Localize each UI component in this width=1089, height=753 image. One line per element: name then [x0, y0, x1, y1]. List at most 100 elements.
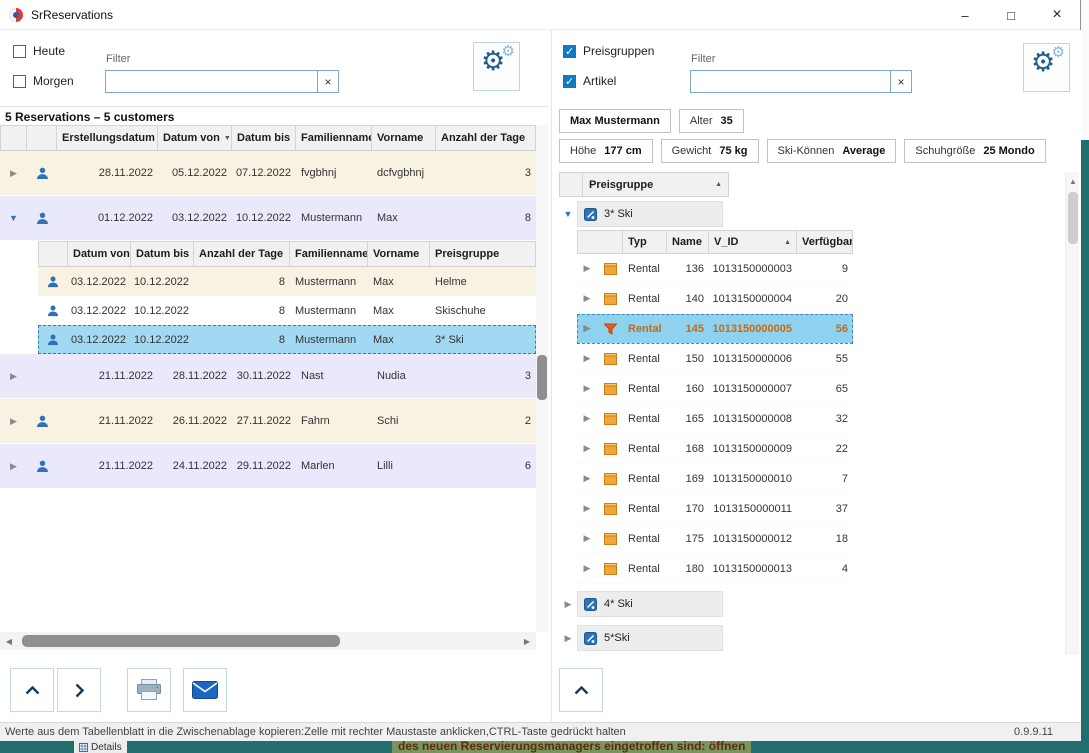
print-button[interactable]: [127, 668, 171, 712]
expand-icon[interactable]: ▶: [584, 443, 591, 454]
sub-column-header-datum-bis[interactable]: Datum bis: [131, 241, 194, 267]
collapse-all-button[interactable]: [10, 668, 54, 712]
close-button[interactable]: ×: [1034, 0, 1080, 30]
expand-icon[interactable]: ▶: [565, 633, 572, 644]
expand-icon[interactable]: ▶: [10, 371, 17, 382]
cell-name: 160: [685, 382, 704, 395]
article-row[interactable]: ▶ Rental 175 1013150000012 18: [577, 524, 853, 554]
article-row[interactable]: ▶ Rental 169 1013150000010 7: [577, 464, 853, 494]
article-row[interactable]: ▶ Rental 136 1013150000003 9: [577, 254, 853, 284]
reservations-summary: 5 Reservations – 5 customers: [0, 106, 548, 125]
article-row[interactable]: ▶ Rental 140 1013150000004 20: [577, 284, 853, 314]
expand-icon[interactable]: ▶: [10, 461, 17, 472]
expand-icon[interactable]: ▶: [584, 413, 591, 424]
vertical-scrollbar[interactable]: ▲: [1065, 172, 1079, 655]
checkbox-box[interactable]: [13, 44, 26, 58]
article-row[interactable]: ▶ Rental 160 1013150000007 65: [577, 374, 853, 404]
scroll-up-icon[interactable]: ▲: [1066, 174, 1080, 188]
expand-icon[interactable]: ▶: [584, 353, 591, 364]
settings-button[interactable]: ⚙ ⚙: [473, 42, 520, 91]
column-header-vorname[interactable]: Vorname: [372, 125, 436, 151]
column-header-preisgruppe[interactable]: Preisgruppe ▲: [583, 172, 729, 197]
column-header-typ[interactable]: Typ: [623, 230, 667, 254]
column-header-familienname[interactable]: Familienname: [296, 125, 372, 151]
collapse-icon[interactable]: ▼: [9, 213, 18, 223]
column-header-datum-von[interactable]: Datum von ▼: [158, 125, 232, 151]
article-row-selected[interactable]: ▶ Rental 145 1013150000005 56: [577, 314, 853, 344]
collapse-icon[interactable]: ▼: [564, 209, 573, 219]
price-group-row-expanded[interactable]: ▼ 3* Ski: [559, 200, 723, 228]
position-row[interactable]: 03.12.2022 10.12.2022 8 Mustermann Max H…: [38, 267, 536, 296]
scroll-left-icon[interactable]: ◀: [0, 632, 18, 650]
reservation-row[interactable]: ▶ 21.11.2022 24.11.2022 29.11.2022 Marle…: [0, 444, 536, 489]
clear-filter-button[interactable]: ×: [890, 71, 911, 92]
price-group-row[interactable]: ▶ 5*Ski: [559, 624, 723, 652]
sub-column-header-familienname[interactable]: Familienname: [290, 241, 368, 267]
price-group-row[interactable]: ▶ 4* Ski: [559, 590, 723, 618]
expand-icon[interactable]: ▶: [584, 293, 591, 304]
expand-icon[interactable]: ▶: [584, 323, 591, 334]
scrollbar-thumb[interactable]: [22, 635, 340, 647]
preisgruppen-checkbox[interactable]: Preisgruppen: [563, 44, 654, 58]
cell-datum-von: 03.12.2022: [171, 212, 227, 224]
reservation-row[interactable]: ▶ 21.11.2022 26.11.2022 27.11.2022 Fahrn…: [0, 399, 536, 444]
checkbox-box[interactable]: [563, 74, 576, 88]
vertical-scrollbar[interactable]: [536, 125, 548, 632]
expand-icon[interactable]: ▶: [584, 503, 591, 514]
heute-checkbox[interactable]: Heute: [13, 44, 65, 58]
sub-column-header-preisgruppe[interactable]: Preisgruppe: [430, 241, 536, 267]
cell-vid: 1013150000010: [712, 472, 792, 485]
column-header-datum-bis[interactable]: Datum bis: [232, 125, 296, 151]
expand-icon[interactable]: ▶: [584, 263, 591, 274]
reservation-row[interactable]: ▶ 28.11.2022 05.12.2022 07.12.2022 fvgbh…: [0, 151, 536, 196]
minimize-button[interactable]: –: [942, 0, 988, 30]
position-row-selected[interactable]: 03.12.2022 10.12.2022 8 Mustermann Max 3…: [38, 325, 536, 354]
reservation-row-expanded[interactable]: ▼ 01.12.2022 03.12.2022 10.12.2022 Muste…: [0, 196, 536, 241]
checkbox-box[interactable]: [13, 74, 26, 88]
article-row[interactable]: ▶ Rental 168 1013150000009 22: [577, 434, 853, 464]
person-icon: [38, 325, 68, 354]
column-header-vid[interactable]: V_ID ▲: [709, 230, 797, 254]
cell-verfuegbar: 9: [841, 262, 848, 275]
filter-input[interactable]: ×: [690, 70, 912, 93]
article-row[interactable]: ▶ Rental 180 1013150000013 4: [577, 554, 853, 584]
clear-filter-button[interactable]: ×: [317, 71, 338, 92]
expand-icon[interactable]: ▶: [584, 563, 591, 574]
scroll-right-icon[interactable]: ▶: [518, 632, 536, 650]
column-header-erstellungsdatum[interactable]: Erstellungsdatum: [57, 125, 158, 151]
article-row[interactable]: ▶ Rental 150 1013150000006 55: [577, 344, 853, 374]
expand-icon[interactable]: ▶: [584, 473, 591, 484]
panel-splitter[interactable]: [551, 30, 552, 722]
reservation-row[interactable]: ▶ 21.11.2022 28.11.2022 30.11.2022 Nast …: [0, 354, 536, 399]
scrollbar-thumb[interactable]: [537, 355, 547, 400]
expand-icon[interactable]: ▶: [584, 533, 591, 544]
artikel-checkbox[interactable]: Artikel: [563, 74, 616, 88]
scrollbar-thumb[interactable]: [1068, 192, 1078, 244]
expand-icon[interactable]: ▶: [10, 416, 17, 427]
filter-input-value[interactable]: [691, 71, 890, 92]
expand-icon[interactable]: ▶: [10, 168, 17, 179]
article-row[interactable]: ▶ Rental 170 1013150000011 37: [577, 494, 853, 524]
filter-input[interactable]: ×: [105, 70, 339, 93]
expand-icon[interactable]: ▶: [584, 383, 591, 394]
position-row[interactable]: 03.12.2022 10.12.2022 8 Mustermann Max S…: [38, 296, 536, 325]
column-header-anzahl-der-tage[interactable]: Anzahl der Tage: [436, 125, 536, 151]
checkbox-box[interactable]: [563, 44, 576, 58]
settings-button[interactable]: ⚙ ⚙: [1023, 43, 1070, 92]
article-row[interactable]: ▶ Rental 165 1013150000008 32: [577, 404, 853, 434]
sub-column-header-vorname[interactable]: Vorname: [368, 241, 430, 267]
collapse-all-button[interactable]: [559, 668, 603, 712]
column-header-name[interactable]: Name: [667, 230, 709, 254]
horizontal-scrollbar[interactable]: ◀ ▶: [0, 632, 536, 650]
expand-icon[interactable]: ▶: [565, 599, 572, 610]
cell-erstellungsdatum: 21.11.2022: [98, 415, 153, 427]
sub-column-header-datum-von[interactable]: Datum von: [68, 241, 131, 267]
morgen-checkbox[interactable]: Morgen: [13, 74, 74, 88]
sub-column-header-anzahl-der-tage[interactable]: Anzahl der Tage: [194, 241, 290, 267]
email-button[interactable]: [183, 668, 227, 712]
maximize-button[interactable]: □: [988, 0, 1034, 30]
customer-ski-skill-box: Ski-Können Average: [766, 139, 897, 163]
column-header-verfuegbar[interactable]: Verfügbar: [797, 230, 853, 254]
filter-input-value[interactable]: [106, 71, 317, 92]
expand-next-button[interactable]: [57, 668, 101, 712]
